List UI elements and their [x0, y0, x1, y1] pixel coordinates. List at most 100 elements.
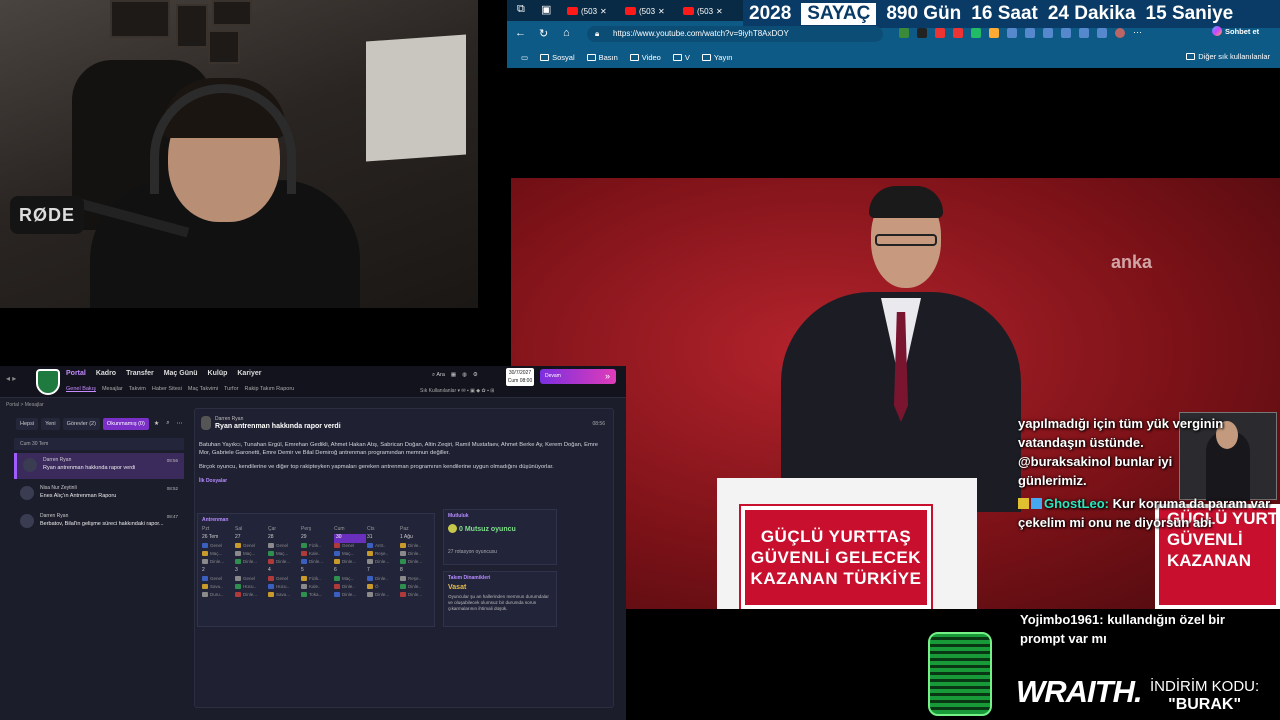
subnav-item[interactable]: Takvim: [129, 386, 146, 392]
training-slot[interactable]: Genel: [235, 543, 267, 551]
training-slot[interactable]: Dinle...: [334, 559, 366, 567]
profile-avatar-icon[interactable]: [1115, 28, 1125, 38]
team-dynamics-card[interactable]: Takım Dinamikleri Vasat Oyuncular şu an …: [443, 571, 557, 627]
reload-icon[interactable]: ↻: [539, 27, 548, 40]
training-slot[interactable]: Hücu..: [235, 584, 267, 592]
calendar-day[interactable]: 5: [301, 567, 333, 576]
training-slot[interactable]: Maç...: [334, 576, 366, 584]
training-slot[interactable]: Genel: [268, 543, 300, 551]
filter-tasks[interactable]: Görevler (2): [62, 418, 100, 430]
training-slot[interactable]: Dinle..: [400, 584, 432, 592]
training-slot[interactable]: Genel: [202, 576, 234, 584]
training-slot[interactable]: Dinle..: [400, 543, 432, 551]
training-slot[interactable]: Kale..: [301, 584, 333, 592]
training-slot[interactable]: Duru...: [202, 592, 234, 600]
training-slot[interactable]: Antr..: [367, 543, 399, 551]
inbox-message[interactable]: Darren Ryan Berbatov, Bilal'in gelişme s…: [14, 509, 184, 535]
other-favorites[interactable]: Diğer sık kullanılanlar: [1186, 52, 1270, 61]
training-slot[interactable]: Dinle...: [301, 559, 333, 567]
close-icon[interactable]: ✕: [716, 7, 723, 16]
training-slot[interactable]: Dinle..: [367, 576, 399, 584]
back-icon[interactable]: ←: [515, 27, 526, 39]
training-slot[interactable]: Maç...: [268, 551, 300, 559]
training-slot[interactable]: Genel: [235, 576, 267, 584]
training-slot[interactable]: Dinle...: [202, 559, 234, 567]
morale-card[interactable]: Mutluluk 0 Mutsuz oyuncu 27 rotasyon oyu…: [443, 509, 557, 565]
subnav-item[interactable]: Genel Bakış: [66, 386, 96, 392]
bookmark-folder[interactable]: V: [672, 53, 690, 62]
calendar-day[interactable]: 4: [268, 567, 300, 576]
back-forward-icon[interactable]: ◂ ▸: [6, 374, 16, 383]
filter-unread[interactable]: Okunmamış (0): [102, 418, 149, 430]
calendar-icon[interactable]: ▦: [451, 372, 456, 379]
browser-tab[interactable]: (503 ✕: [683, 3, 723, 19]
training-slot[interactable]: Toka...: [301, 592, 333, 600]
nav-kulup[interactable]: Kulüp: [208, 370, 228, 377]
subnav-item[interactable]: Turfor: [224, 386, 238, 392]
training-slot[interactable]: Fizik..: [301, 576, 333, 584]
training-slot[interactable]: Dinle...: [268, 559, 300, 567]
bookmark-folder[interactable]: Sosyal: [540, 53, 575, 62]
calendar-day[interactable]: 31: [367, 534, 399, 543]
extension-icon[interactable]: [1025, 28, 1035, 38]
favorites-icon[interactable]: [1061, 28, 1071, 38]
inbox-message[interactable]: Darren Ryan Ryan antrenman hakkında rapo…: [14, 453, 184, 479]
training-slot[interactable]: Maç...: [202, 551, 234, 559]
club-crest[interactable]: [36, 369, 60, 395]
favourites-dropdown[interactable]: Sık Kullanılanlar ▾ ✉ ▪ ▣ ◆ ✿ ▪ ⊞: [420, 388, 494, 394]
calendar-day[interactable]: 6: [334, 567, 366, 576]
browser-tab[interactable]: (503 ✕: [567, 3, 607, 19]
training-slot[interactable]: Dinle...: [367, 592, 399, 600]
settings-icon[interactable]: ⚙: [473, 372, 478, 379]
copilot-chat-button[interactable]: Sohbet et: [1212, 26, 1259, 36]
bookmark-folder[interactable]: Basın: [586, 53, 618, 62]
training-slot[interactable]: Dinle..: [334, 584, 366, 592]
nav-mac-gunu[interactable]: Maç Günü: [164, 370, 198, 377]
training-slot[interactable]: Dinle...: [235, 592, 267, 600]
collections-icon[interactable]: [1079, 28, 1089, 38]
training-slot[interactable]: Maç...: [334, 551, 366, 559]
extension-icon[interactable]: [935, 28, 945, 38]
training-slot[interactable]: Fizik..: [301, 543, 333, 551]
search-icon[interactable]: ⌕: [164, 418, 171, 430]
inbox-message[interactable]: Nisa Nur Zeytinli Enes Alıç'ın Antrenman…: [14, 481, 184, 507]
calendar-day[interactable]: 28: [268, 534, 300, 543]
close-icon[interactable]: ✕: [658, 7, 665, 16]
extension-icon[interactable]: [1043, 28, 1053, 38]
extension-icon[interactable]: [1007, 28, 1017, 38]
nav-portal[interactable]: Portal: [66, 370, 86, 377]
calendar-day[interactable]: 8: [400, 567, 432, 576]
training-slot[interactable]: Dinle..: [400, 551, 432, 559]
calendar-day[interactable]: 3: [235, 567, 267, 576]
training-slot[interactable]: Dinle...: [400, 559, 432, 567]
search-button[interactable]: ⌕ Ara: [432, 372, 445, 379]
training-slot[interactable]: Dinle...: [367, 559, 399, 567]
extension-icon[interactable]: [989, 28, 999, 38]
training-slot[interactable]: Dinle...: [334, 592, 366, 600]
subnav-item[interactable]: Haber Sitesi: [152, 386, 182, 392]
training-slot[interactable]: Genel: [334, 543, 366, 551]
workspaces-icon[interactable]: ⧉: [517, 3, 525, 16]
address-bar[interactable]: 🔒︎ https://www.youtube.com/watch?v=9iyhT…: [587, 26, 883, 42]
more-icon[interactable]: ⋯: [175, 418, 185, 430]
training-slot[interactable]: Dinle...: [400, 592, 432, 600]
home-icon[interactable]: ⌂: [563, 27, 570, 39]
extension-icon[interactable]: [899, 28, 909, 38]
extension-icon[interactable]: [953, 28, 963, 38]
bookmark-folder[interactable]: Yayın: [701, 53, 732, 62]
nav-kadro[interactable]: Kadro: [96, 370, 116, 377]
extension-icon[interactable]: [971, 28, 981, 38]
filter-all[interactable]: Hepsi: [16, 418, 39, 430]
training-slot[interactable]: Savu..: [202, 584, 234, 592]
calendar-day[interactable]: 1 Ağu: [400, 534, 432, 543]
subnav-item[interactable]: Rakip Takım Raporu: [244, 386, 294, 392]
training-slot[interactable]: Savu...: [268, 592, 300, 600]
browser-tab[interactable]: (503 ✕: [625, 3, 665, 19]
training-slot[interactable]: Reşe..: [367, 551, 399, 559]
training-slot[interactable]: Genel: [202, 543, 234, 551]
subnav-item[interactable]: Maç Takvimi: [188, 386, 218, 392]
calendar-day[interactable]: 30: [334, 534, 366, 543]
training-slot[interactable]: Maç...: [235, 551, 267, 559]
close-icon[interactable]: ✕: [600, 7, 607, 16]
notifications-icon[interactable]: ◍: [462, 372, 467, 379]
